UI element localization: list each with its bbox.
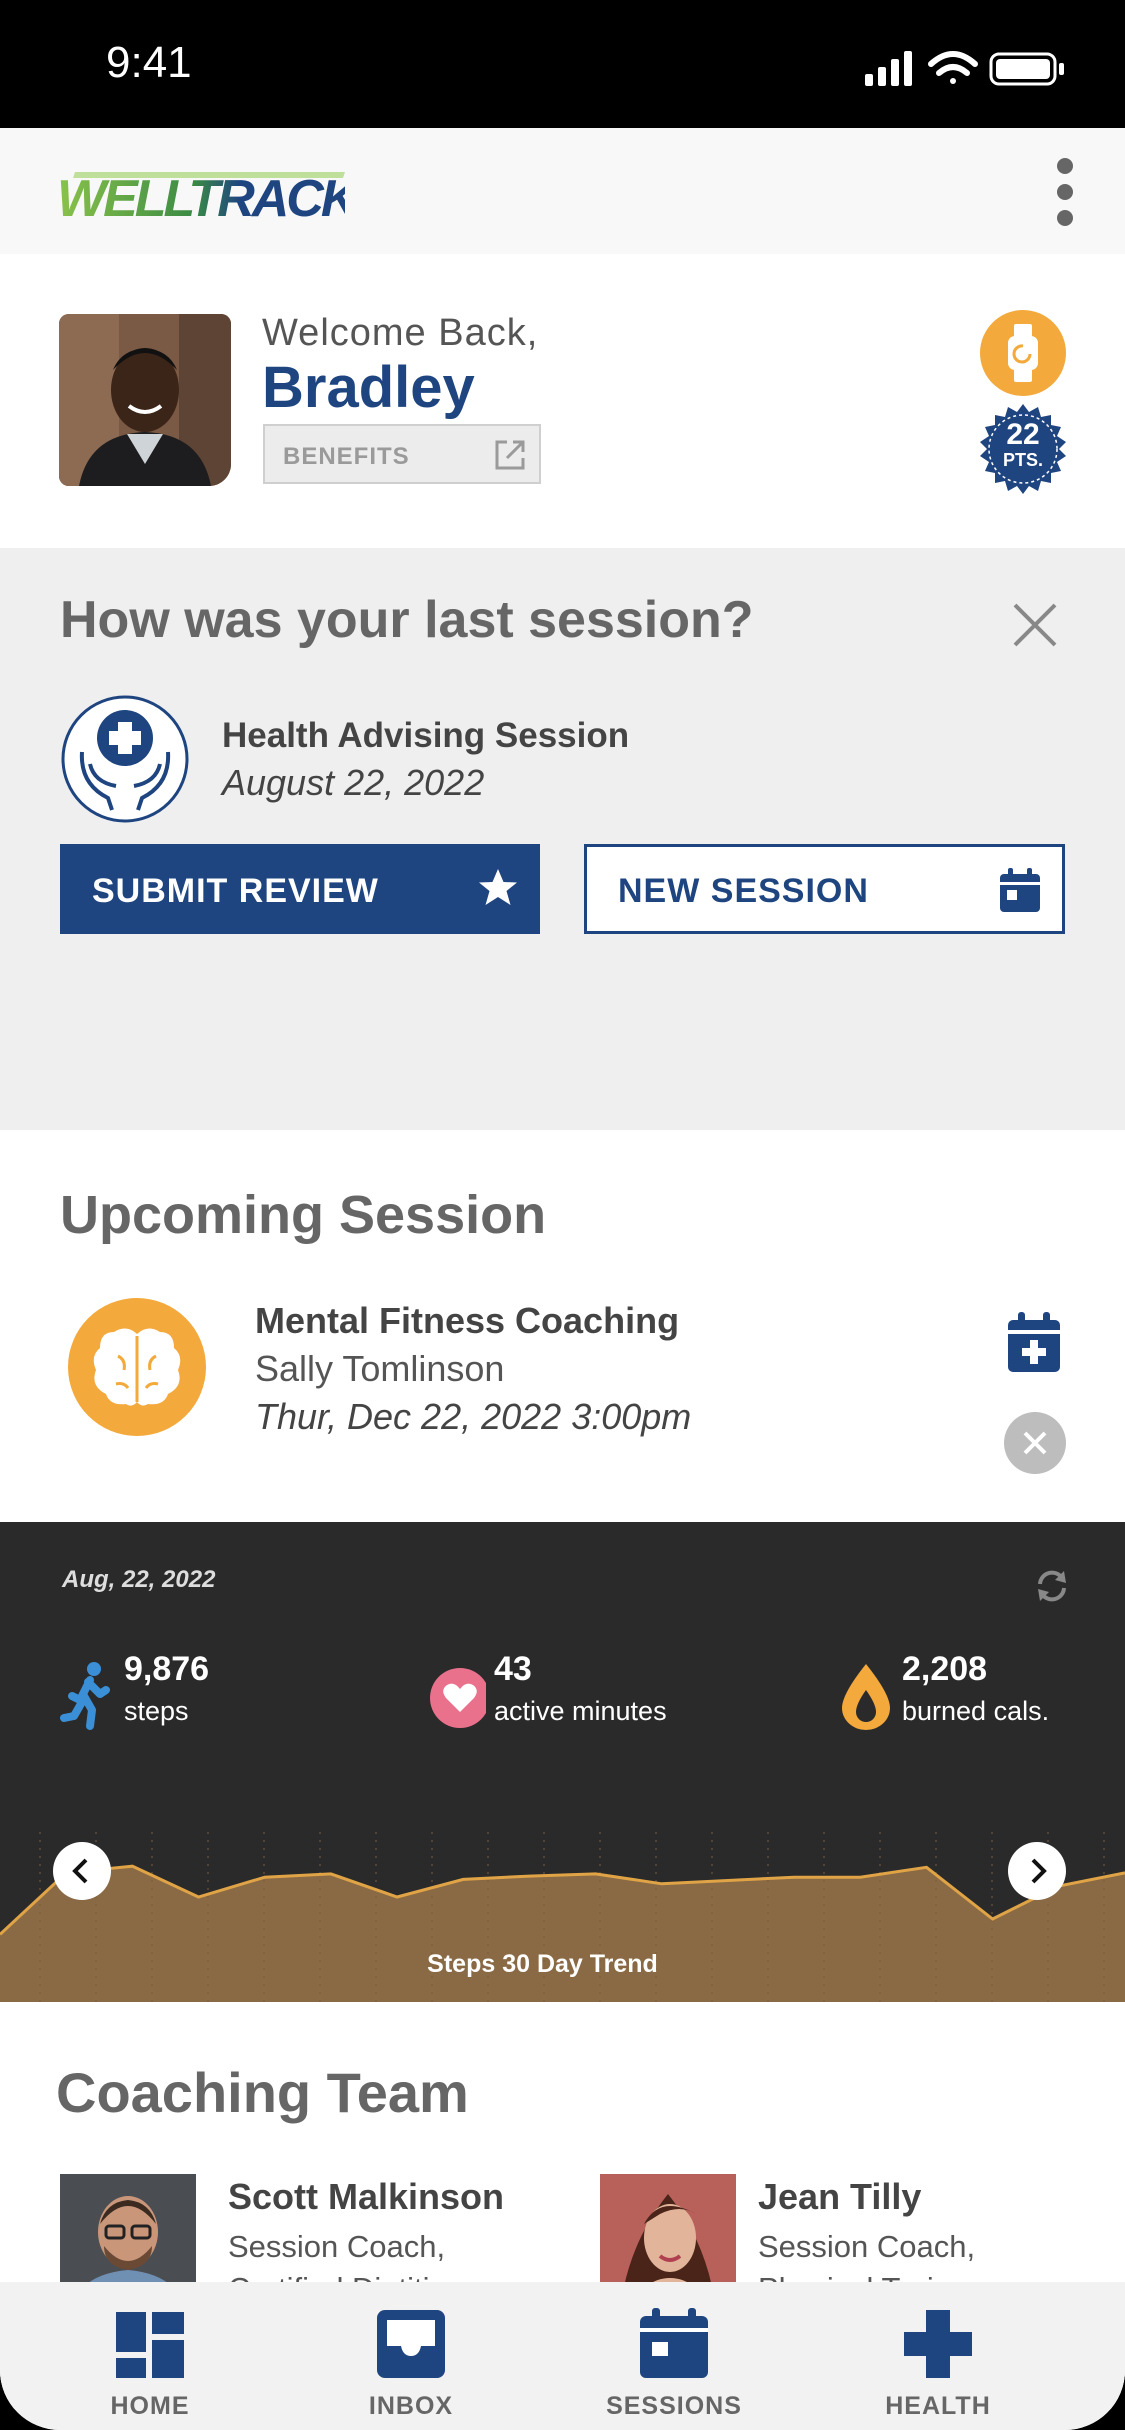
submit-review-button[interactable]: SUBMIT REVIEW xyxy=(60,844,540,934)
active-minutes-stat: 43 active minutes xyxy=(430,1650,710,1740)
stats-date: Aug, 22, 2022 xyxy=(62,1566,216,1593)
past-session-name: Health Advising Session xyxy=(222,716,630,755)
nav-health-label: HEALTH xyxy=(885,2392,991,2420)
battery-icon xyxy=(989,52,1064,86)
session-review-card: How was your last session? Health Advisi… xyxy=(0,548,1125,1130)
heart-icon xyxy=(430,1668,486,1728)
avatar[interactable] xyxy=(59,314,231,486)
close-icon[interactable] xyxy=(1010,600,1060,650)
status-bar: 9:41 xyxy=(0,0,1125,128)
external-link-icon xyxy=(495,440,525,470)
nav-sessions-label: SESSIONS xyxy=(606,2392,742,2420)
points-value: 22 xyxy=(1006,418,1040,451)
welltrack-logo[interactable]: WELLTRACK xyxy=(55,164,345,226)
coaching-team-title: Coaching Team xyxy=(56,2061,469,2124)
calendar-icon xyxy=(640,2308,708,2378)
refresh-icon[interactable] xyxy=(1034,1568,1070,1604)
health-cross-icon xyxy=(904,2310,972,2378)
burned-calories-stat: 2,208 burned cals. xyxy=(838,1650,1088,1740)
profile-section: Welcome Back, Bradley BENEFITS 22 PTS. xyxy=(0,254,1125,548)
bottom-nav: HOME INBOX SESSIONS HEALTH xyxy=(0,2282,1125,2430)
calendar-icon xyxy=(1000,868,1040,912)
upcoming-session-card: Upcoming Session Mental Fitness Coaching… xyxy=(0,1130,1125,1522)
dashboard-icon xyxy=(116,2312,184,2378)
trend-area xyxy=(0,1866,1125,2002)
review-question: How was your last session? xyxy=(60,591,754,649)
new-session-label: NEW SESSION xyxy=(618,872,869,910)
nav-inbox[interactable]: INBOX xyxy=(311,2282,511,2430)
chevron-right-icon xyxy=(1031,1858,1047,1884)
status-icons xyxy=(865,51,1064,86)
submit-review-label: SUBMIT REVIEW xyxy=(92,872,379,910)
svg-text:WELLTRACK: WELLTRACK xyxy=(57,170,345,226)
add-to-calendar-icon[interactable] xyxy=(1006,1310,1062,1374)
nav-home-label: HOME xyxy=(110,2392,190,2420)
coach-role-line1: Session Coach, xyxy=(758,2229,976,2264)
burned-calories-value: 2,208 xyxy=(902,1650,988,1688)
wifi-icon xyxy=(928,51,978,84)
points-text: 22 PTS. xyxy=(978,418,1068,471)
welcome-text: Welcome Back, xyxy=(262,312,539,354)
nav-health[interactable]: HEALTH xyxy=(838,2282,1038,2430)
cancel-session-icon[interactable] xyxy=(1004,1412,1066,1474)
active-minutes-value: 43 xyxy=(494,1650,532,1688)
chevron-left-icon xyxy=(72,1858,88,1884)
health-advising-icon xyxy=(61,695,189,823)
benefits-button[interactable]: BENEFITS xyxy=(263,424,541,484)
new-session-button[interactable]: NEW SESSION xyxy=(584,844,1065,934)
activity-stats-panel: Aug, 22, 2022 9,876 steps 43 active minu… xyxy=(0,1522,1125,2002)
app-screen: WELLTRACK Welcome Back, Bradley BENEFITS xyxy=(0,128,1125,2430)
nav-inbox-label: INBOX xyxy=(368,2392,454,2420)
upcoming-session-name: Mental Fitness Coaching xyxy=(255,1300,680,1341)
star-icon xyxy=(479,869,517,905)
brain-icon xyxy=(68,1298,206,1436)
coach-name: Scott Malkinson xyxy=(228,2176,505,2217)
signal-icon xyxy=(865,51,912,86)
trend-caption: Steps 30 Day Trend xyxy=(427,1950,658,1978)
upcoming-session-datetime: Thur, Dec 22, 2022 3:00pm xyxy=(255,1396,692,1437)
nav-sessions[interactable]: SESSIONS xyxy=(574,2282,774,2430)
coach-role-line1: Session Coach, xyxy=(228,2229,446,2264)
nav-home[interactable]: HOME xyxy=(50,2282,250,2430)
walking-person-icon xyxy=(60,1662,110,1730)
steps-stat: 9,876 steps xyxy=(60,1650,320,1740)
active-minutes-label: active minutes xyxy=(494,1696,667,1726)
smartwatch-icon[interactable] xyxy=(980,310,1066,396)
kebab-menu-icon[interactable] xyxy=(1055,158,1075,228)
burned-calories-label: burned cals. xyxy=(902,1696,1050,1726)
chart-next-button[interactable] xyxy=(1008,1842,1066,1900)
inbox-icon xyxy=(377,2310,445,2378)
upcoming-session-coach: Sally Tomlinson xyxy=(255,1348,505,1389)
app-header: WELLTRACK xyxy=(0,128,1125,254)
benefits-label: BENEFITS xyxy=(283,443,410,470)
points-label: PTS. xyxy=(1002,450,1043,470)
upcoming-session-title: Upcoming Session xyxy=(60,1185,547,1245)
status-time: 9:41 xyxy=(106,38,192,87)
coach-name: Jean Tilly xyxy=(758,2176,922,2217)
steps-label: steps xyxy=(124,1696,189,1726)
chart-prev-button[interactable] xyxy=(53,1842,111,1900)
steps-value: 9,876 xyxy=(124,1650,210,1688)
flame-drop-icon xyxy=(842,1664,890,1730)
user-name: Bradley xyxy=(262,355,475,420)
past-session-date: August 22, 2022 xyxy=(222,762,485,803)
